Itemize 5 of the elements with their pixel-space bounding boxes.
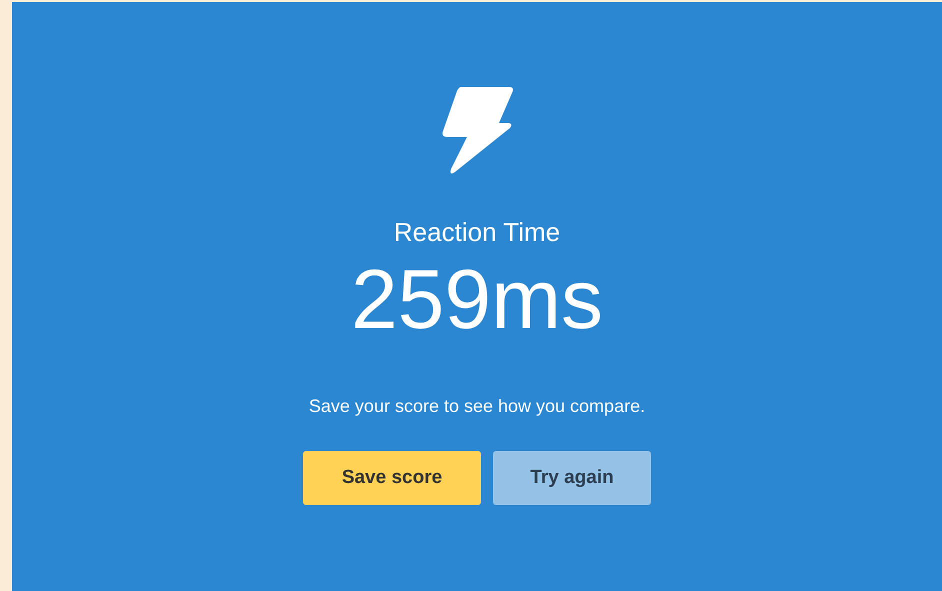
save-button[interactable]: Save score	[303, 451, 481, 505]
result-title: Reaction Time	[394, 217, 560, 247]
retry-button[interactable]: Try again	[493, 451, 651, 505]
score-value: 259ms	[350, 253, 604, 345]
result-message: Save your score to see how you compare.	[308, 395, 646, 417]
